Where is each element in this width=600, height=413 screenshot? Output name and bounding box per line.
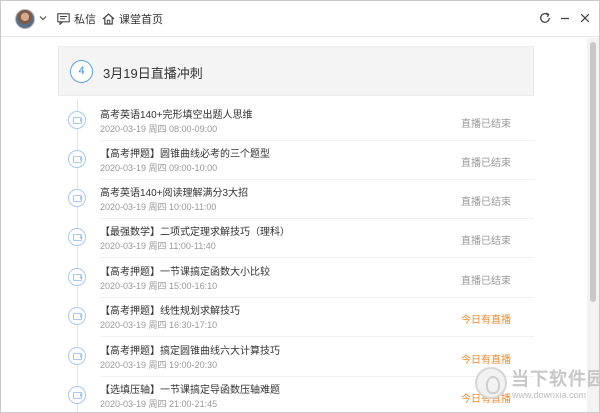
lesson-title: 【高考押题】圆锥曲线必考的三个题型 — [100, 149, 270, 160]
video-icon — [68, 150, 86, 168]
watermark-text: 当下软件园 — [511, 369, 600, 389]
lesson-status: 直播已结束 — [461, 158, 511, 169]
close-icon[interactable] — [578, 11, 592, 25]
lesson-status: 直播已结束 — [461, 197, 511, 208]
lesson-status: 今日有直播 — [461, 315, 511, 326]
lesson-status: 直播已结束 — [461, 276, 511, 287]
watermark: 当下软件园 www.downxia.com — [475, 363, 600, 407]
lesson-title: 高考英语140+阅读理解满分3大招 — [100, 188, 249, 199]
lesson-item[interactable]: 【高考押题】一节课搞定函数大小比较 2020-03-19 周四 15:00-16… — [58, 259, 534, 298]
lesson-item[interactable]: 高考英语140+完形填空出题人思维 2020-03-19 周四 08:00-09… — [58, 102, 534, 141]
watermark-logo-icon — [475, 367, 507, 399]
lesson-title: 【选填压轴】一节课搞定导函数压轴难题 — [100, 385, 280, 396]
lesson-item[interactable]: 【高考押题】线性规划求解技巧 2020-03-19 周四 16:30-17:10… — [58, 298, 534, 337]
lesson-item[interactable]: 【选填压轴】一节课搞定导函数压轴难题 2020-03-19 周四 21:00-2… — [58, 377, 534, 412]
nav-home[interactable]: 课堂首页 — [102, 10, 163, 28]
lesson-time: 2020-03-19 周四 21:00-21:45 — [100, 399, 218, 409]
section-number-badge: 4 — [70, 60, 93, 83]
video-icon — [68, 268, 86, 286]
lesson-item[interactable]: 高考英语140+阅读理解满分3大招 2020-03-19 周四 10:00-11… — [58, 180, 534, 219]
lesson-item[interactable]: 【高考押题】搞定圆锥曲线六大计算技巧 2020-03-19 周四 19:00-2… — [58, 338, 534, 377]
chevron-down-icon[interactable] — [38, 13, 48, 23]
section-title: 3月19日直播冲刺 — [103, 66, 203, 81]
divider — [100, 257, 534, 258]
video-icon — [68, 347, 86, 365]
refresh-icon[interactable] — [538, 11, 552, 25]
watermark-url: www.downxia.com — [512, 390, 587, 400]
lesson-time: 2020-03-19 周四 11:00-11:40 — [100, 241, 216, 251]
lesson-status: 直播已结束 — [461, 119, 511, 130]
video-icon — [68, 111, 86, 129]
lesson-time: 2020-03-19 周四 16:30-17:10 — [100, 320, 218, 330]
lesson-item[interactable]: 【最强数学】二项式定理求解技巧（理科） 2020-03-19 周四 11:00-… — [58, 219, 534, 258]
video-icon — [68, 228, 86, 246]
lesson-status: 直播已结束 — [461, 236, 511, 247]
lesson-time: 2020-03-19 周四 09:00-10:00 — [100, 163, 218, 173]
lesson-time: 2020-03-19 周四 15:00-16:10 — [100, 281, 218, 291]
vertical-scrollbar[interactable] — [587, 38, 599, 412]
minimize-icon[interactable] — [558, 11, 572, 25]
avatar[interactable] — [15, 9, 35, 29]
lesson-time: 2020-03-19 周四 08:00-09:00 — [100, 124, 218, 134]
lesson-time: 2020-03-19 周四 19:00-20:30 — [100, 360, 218, 370]
nav-home-label: 课堂首页 — [119, 14, 163, 26]
lesson-title: 【高考押题】一节课搞定函数大小比较 — [100, 267, 270, 278]
lesson-title: 【高考押题】线性规划求解技巧 — [100, 306, 240, 317]
app-window: 私信 课堂首页 4 3月19日直播冲刺 高考英语140+完形填空出题人思维 20… — [0, 0, 600, 413]
lesson-item[interactable]: 【高考押题】圆锥曲线必考的三个题型 2020-03-19 周四 09:00-10… — [58, 141, 534, 180]
message-icon — [57, 13, 70, 25]
nav-messages-label: 私信 — [74, 14, 96, 26]
home-icon — [102, 13, 115, 25]
video-icon — [68, 189, 86, 207]
title-bar: 私信 课堂首页 — [1, 1, 599, 37]
course-content: 4 3月19日直播冲刺 高考英语140+完形填空出题人思维 2020-03-19… — [1, 38, 587, 412]
nav-messages[interactable]: 私信 — [57, 10, 96, 28]
divider — [100, 336, 534, 337]
lesson-title: 【高考押题】搞定圆锥曲线六大计算技巧 — [100, 346, 280, 357]
video-icon — [68, 307, 86, 325]
lesson-time: 2020-03-19 周四 10:00-11:00 — [100, 202, 217, 212]
lesson-title: 高考英语140+完形填空出题人思维 — [100, 110, 253, 121]
scroll-thumb[interactable] — [590, 42, 596, 302]
lesson-title: 【最强数学】二项式定理求解技巧（理科） — [100, 227, 290, 238]
section-header[interactable]: 4 3月19日直播冲刺 — [58, 46, 534, 96]
video-icon — [68, 386, 86, 404]
